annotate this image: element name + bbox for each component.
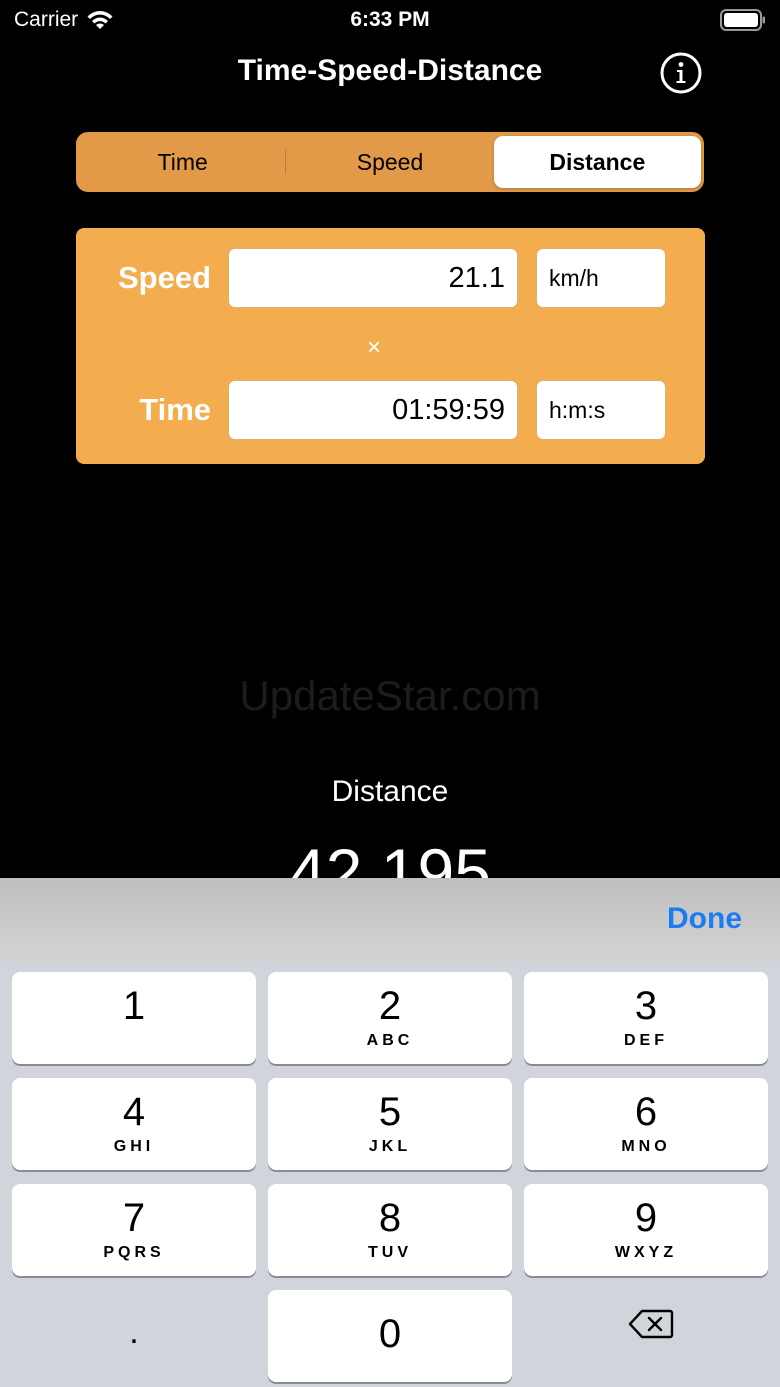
key-digit: 9 <box>634 1196 658 1240</box>
key-digit: 2 <box>378 984 402 1028</box>
key-5[interactable]: 5 JKL <box>268 1078 512 1170</box>
speed-label: Speed <box>117 260 211 295</box>
result-label: Distance <box>331 775 449 808</box>
key-0[interactable]: 0 <box>268 1290 512 1382</box>
status-time: 6:33 PM <box>350 8 430 31</box>
key-letters: PQRS <box>103 1244 165 1261</box>
tab-distance[interactable]: Distance <box>493 136 701 188</box>
key-7[interactable]: 7 PQRS <box>12 1184 256 1276</box>
tab-speed[interactable]: Speed <box>286 136 493 188</box>
decimal-key[interactable]: . <box>12 1286 256 1378</box>
backspace-icon <box>628 1309 674 1339</box>
battery-icon <box>720 9 765 31</box>
time-input[interactable]: 01:59:59 <box>228 380 518 440</box>
key-8[interactable]: 8 TUV <box>268 1184 512 1276</box>
keyboard-toolbar: Done <box>0 878 780 962</box>
key-letters: WXYZ <box>614 1244 678 1261</box>
speed-unit-selector[interactable]: km/h <box>536 248 666 308</box>
delete-key[interactable] <box>524 1286 768 1378</box>
key-digit: 3 <box>634 984 658 1028</box>
multiply-operator: × <box>366 334 381 361</box>
key-letters: GHI <box>113 1138 155 1155</box>
tab-time[interactable]: Time <box>79 136 287 188</box>
watermark: UpdateStar.com <box>239 672 541 719</box>
key-letters: JKL <box>368 1138 412 1155</box>
speed-input[interactable]: 21.1 <box>228 248 518 308</box>
key-4[interactable]: 4 GHI <box>12 1078 256 1170</box>
key-3[interactable]: 3 DEF <box>524 972 768 1064</box>
key-letters: MNO <box>621 1138 671 1155</box>
key-digit: 5 <box>378 1090 402 1134</box>
key-digit: 6 <box>634 1090 658 1134</box>
input-panel: Speed 21.1 km/h × Time 01:59:59 h:m:s <box>76 228 705 464</box>
key-6[interactable]: 6 MNO <box>524 1078 768 1170</box>
info-circle-icon[interactable] <box>660 52 702 94</box>
key-digit: 0 <box>378 1312 402 1356</box>
time-label: Time <box>139 392 211 427</box>
number-pad: 1 2 ABC 3 DEF 4 GHI 5 JKL 6 MNO 7 PQRS 8… <box>0 962 780 1387</box>
time-unit-selector[interactable]: h:m:s <box>536 380 666 440</box>
key-digit: 7 <box>122 1196 146 1240</box>
key-letters: DEF <box>624 1032 668 1049</box>
key-digit: 8 <box>378 1196 402 1240</box>
key-2[interactable]: 2 ABC <box>268 972 512 1064</box>
key-digit: 1 <box>122 984 146 1028</box>
key-1[interactable]: 1 <box>12 972 256 1064</box>
done-button[interactable]: Done <box>667 902 742 936</box>
key-letters: TUV <box>368 1244 412 1261</box>
key-9[interactable]: 9 WXYZ <box>524 1184 768 1276</box>
key-letters: ABC <box>366 1032 414 1049</box>
mode-segmented-control: Time Speed Distance <box>76 132 704 192</box>
status-bar: Carrier 6:33 PM <box>0 0 780 40</box>
key-digit: 4 <box>122 1090 146 1134</box>
